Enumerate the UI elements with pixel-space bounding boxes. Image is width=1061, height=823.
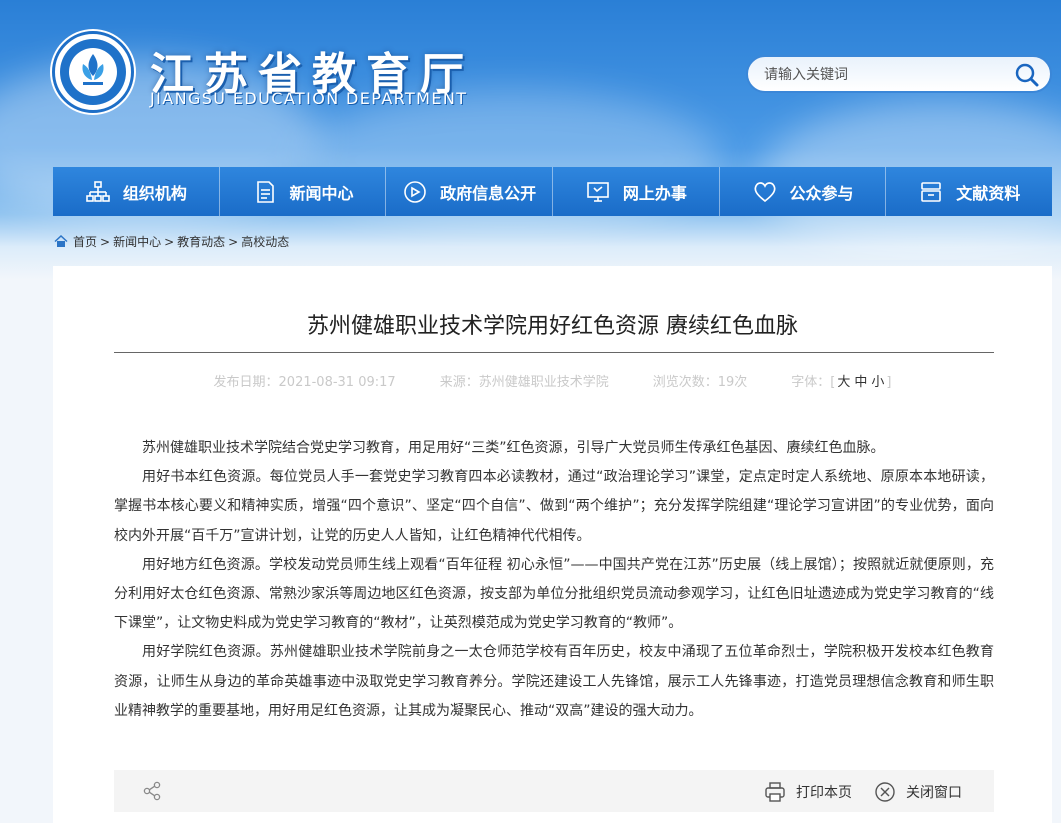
breadcrumb-news-center[interactable]: 新闻中心 bbox=[113, 233, 161, 250]
font-size-selector: 字体：[大中小] bbox=[791, 371, 891, 390]
font-size-large[interactable]: 大 bbox=[837, 375, 850, 390]
nav-item-news[interactable]: 新闻中心 bbox=[220, 167, 387, 216]
archive-icon bbox=[921, 181, 941, 202]
font-size-label: 字体： bbox=[791, 375, 831, 390]
article-paragraph: 苏州健雄职业技术学院结合党史学习教育，用足用好“三类”红色资源，引导广大党员师生… bbox=[142, 440, 885, 456]
article-panel: 苏州健雄职业技术学院用好红色资源 赓续红色血脉 发布日期：2021-08-31 … bbox=[53, 266, 1052, 823]
article-paragraph: 用好书本红色资源。每位党员人手一套党史学习教育四本必读教材，通过“政治理论学习”… bbox=[114, 469, 994, 544]
close-window-button[interactable]: 关闭窗口 bbox=[874, 781, 962, 803]
breadcrumb-separator: > bbox=[100, 234, 111, 249]
document-icon bbox=[256, 180, 274, 203]
nav-label: 组织机构 bbox=[122, 183, 187, 203]
breadcrumb-separator: > bbox=[228, 234, 239, 249]
breadcrumb-home[interactable]: 首页 bbox=[73, 233, 97, 250]
font-bracket-open: [ bbox=[830, 375, 836, 390]
breadcrumb-education-news[interactable]: 教育动态 bbox=[177, 233, 225, 250]
search-input[interactable] bbox=[764, 65, 1004, 85]
search-icon[interactable] bbox=[1014, 62, 1040, 88]
close-label: 关闭窗口 bbox=[906, 785, 962, 801]
nav-item-literature[interactable]: 文献资料 bbox=[886, 167, 1052, 216]
home-icon bbox=[54, 235, 68, 247]
article-paragraph: 用好学院红色资源。苏州健雄职业技术学院前身之一太仓师范学校有百年历史，校友中涌现… bbox=[114, 644, 994, 719]
site-subtitle: JIANGSU EDUCATION DEPARTMENT bbox=[150, 89, 468, 108]
nav-label: 政府信息公开 bbox=[440, 183, 537, 203]
article-body: 苏州健雄职业技术学院结合党史学习教育，用足用好“三类”红色资源，引导广大党员师生… bbox=[114, 434, 994, 726]
main-nav: 组织机构 新闻中心 政府信息公开 网上办事 公众参与 文献资料 bbox=[53, 167, 1052, 216]
heart-icon bbox=[753, 181, 776, 202]
publish-date: 发布日期：2021-08-31 09:17 bbox=[213, 375, 396, 390]
breadcrumb: 首页 > 新闻中心 > 教育动态 > 高校动态 bbox=[54, 233, 289, 250]
print-button[interactable]: 打印本页 bbox=[764, 781, 852, 803]
announcement-icon bbox=[404, 180, 426, 203]
search-box bbox=[746, 55, 1052, 93]
site-header: 江苏省教育厅 JIANGSU EDUCATION DEPARTMENT bbox=[0, 0, 1061, 160]
logo-emblem[interactable] bbox=[52, 31, 134, 113]
article-source: 来源：苏州健雄职业技术学院 bbox=[439, 375, 609, 390]
nav-label: 新闻中心 bbox=[289, 183, 354, 203]
share-icon[interactable] bbox=[142, 781, 162, 801]
nav-item-organization[interactable]: 组织机构 bbox=[53, 167, 220, 216]
nav-label: 网上办事 bbox=[622, 183, 687, 203]
org-chart-icon bbox=[86, 180, 110, 202]
nav-item-public-participation[interactable]: 公众参与 bbox=[720, 167, 887, 216]
view-count: 浏览次数：19次 bbox=[652, 375, 748, 390]
printer-icon bbox=[765, 782, 785, 802]
monitor-icon bbox=[587, 181, 609, 202]
close-icon bbox=[875, 782, 895, 802]
title-divider bbox=[114, 352, 994, 353]
article-meta: 发布日期：2021-08-31 09:17 来源：苏州健雄职业技术学院 浏览次数… bbox=[53, 371, 1052, 390]
nav-item-online-service[interactable]: 网上办事 bbox=[553, 167, 720, 216]
breadcrumb-separator: > bbox=[164, 234, 175, 249]
font-size-medium[interactable]: 中 bbox=[854, 375, 867, 390]
print-label: 打印本页 bbox=[796, 785, 852, 801]
nav-label: 文献资料 bbox=[956, 183, 1021, 203]
font-bracket-close: ] bbox=[886, 375, 892, 390]
nav-item-gov-info[interactable]: 政府信息公开 bbox=[386, 167, 554, 216]
font-size-small[interactable]: 小 bbox=[871, 375, 884, 390]
nav-label: 公众参与 bbox=[789, 183, 854, 203]
article-toolbar: 打印本页 关闭窗口 bbox=[114, 770, 994, 812]
emblem-icon bbox=[82, 54, 104, 85]
breadcrumb-university-news[interactable]: 高校动态 bbox=[241, 233, 289, 250]
article-paragraph: 用好地方红色资源。学校发动党员师生线上观看“百年征程 初心永恒”——中国共产党在… bbox=[114, 556, 994, 632]
article-title: 苏州健雄职业技术学院用好红色资源 赓续红色血脉 bbox=[307, 314, 798, 339]
